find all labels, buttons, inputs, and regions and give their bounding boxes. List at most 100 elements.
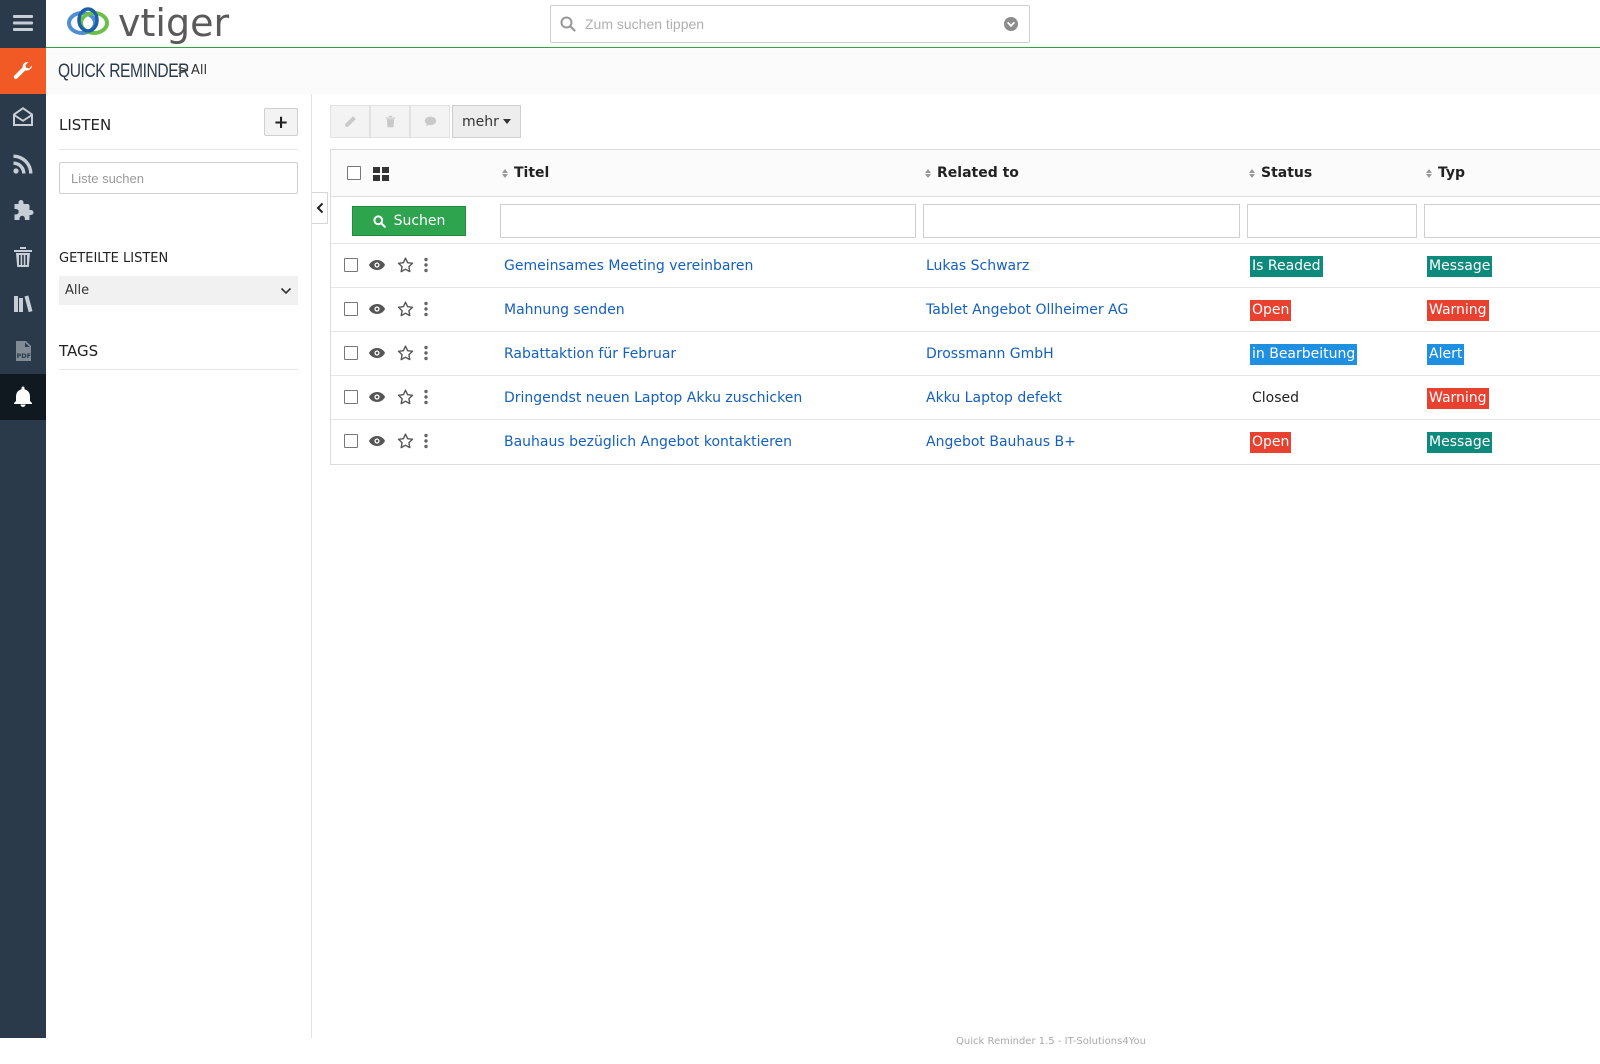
table-row[interactable]: Rabattaktion für Februar Drossmann GmbH … bbox=[331, 331, 1600, 375]
column-label: Titel bbox=[514, 165, 550, 181]
breadcrumb: QUICK REMINDER > All bbox=[46, 49, 1600, 94]
type-badge: Message bbox=[1427, 256, 1493, 277]
lists-heading: LISTEN bbox=[59, 116, 112, 134]
shared-lists-selected: Alle bbox=[65, 283, 90, 298]
filter-type-input[interactable] bbox=[1424, 204, 1600, 238]
comment-icon bbox=[424, 116, 436, 127]
table-row[interactable]: Gemeinsames Meeting vereinbaren Lukas Sc… bbox=[331, 243, 1600, 287]
list-search-input[interactable] bbox=[59, 162, 298, 194]
filter-status-input[interactable] bbox=[1247, 204, 1417, 238]
star-icon[interactable] bbox=[397, 257, 414, 273]
vtiger-logo-icon bbox=[67, 7, 109, 35]
edit-button[interactable] bbox=[330, 105, 370, 138]
row-title-link[interactable]: Dringendst neuen Laptop Akku zuschicken bbox=[504, 390, 802, 406]
breadcrumb-separator-icon: > bbox=[177, 61, 190, 79]
table-row[interactable]: Bauhaus bezüglich Angebot kontaktieren A… bbox=[331, 419, 1600, 463]
more-actions-label: mehr bbox=[462, 113, 499, 130]
caret-down-icon bbox=[502, 119, 511, 124]
row-title-link[interactable]: Gemeinsames Meeting vereinbaren bbox=[504, 258, 753, 274]
filter-title-input[interactable] bbox=[500, 204, 916, 238]
more-options-icon[interactable] bbox=[424, 389, 428, 405]
mail-icon bbox=[13, 107, 33, 126]
eye-icon[interactable] bbox=[368, 303, 386, 315]
top-bar: vtiger bbox=[46, 0, 1600, 48]
status-badge: in Bearbeitung bbox=[1250, 344, 1358, 365]
row-related-link[interactable]: Akku Laptop defekt bbox=[926, 390, 1062, 406]
row-checkbox[interactable] bbox=[344, 302, 358, 316]
table-row[interactable]: Mahnung senden Tablet Angebot Ollheimer … bbox=[331, 287, 1600, 331]
star-icon[interactable] bbox=[397, 345, 414, 361]
row-checkbox[interactable] bbox=[344, 346, 358, 360]
eye-icon[interactable] bbox=[368, 259, 386, 271]
row-checkbox[interactable] bbox=[344, 258, 358, 272]
row-checkbox[interactable] bbox=[344, 434, 358, 448]
column-header-title[interactable]: Titel bbox=[502, 165, 549, 181]
row-title-link[interactable]: Bauhaus bezüglich Angebot kontaktieren bbox=[504, 434, 792, 450]
select-all-checkbox[interactable] bbox=[347, 166, 361, 180]
list-settings-icon[interactable] bbox=[373, 167, 389, 181]
breadcrumb-module[interactable]: QUICK REMINDER bbox=[58, 61, 189, 83]
type-badge: Message bbox=[1427, 432, 1493, 453]
status-badge: Is Readed bbox=[1250, 256, 1323, 277]
type-badge: Warning bbox=[1427, 300, 1489, 321]
comment-button[interactable] bbox=[410, 105, 450, 138]
library-icon bbox=[14, 295, 33, 313]
global-search-input[interactable] bbox=[585, 16, 993, 32]
row-checkbox[interactable] bbox=[344, 390, 358, 404]
eye-icon[interactable] bbox=[368, 391, 386, 403]
status-text: Closed bbox=[1252, 390, 1300, 406]
add-list-button[interactable]: + bbox=[264, 108, 298, 136]
row-title-link[interactable]: Rabattaktion für Februar bbox=[504, 346, 676, 362]
pencil-icon bbox=[344, 116, 356, 127]
more-options-icon[interactable] bbox=[424, 345, 428, 361]
eye-icon[interactable] bbox=[368, 435, 386, 447]
shared-lists-select[interactable]: Alle bbox=[59, 276, 298, 305]
more-options-icon[interactable] bbox=[424, 433, 428, 449]
filter-related-input[interactable] bbox=[923, 204, 1240, 238]
star-icon[interactable] bbox=[397, 389, 414, 405]
row-related-link[interactable]: Tablet Angebot Ollheimer AG bbox=[926, 302, 1128, 318]
eye-icon[interactable] bbox=[368, 347, 386, 359]
row-title-link[interactable]: Mahnung senden bbox=[504, 302, 625, 318]
rail-extensions-button[interactable] bbox=[0, 188, 46, 234]
collapse-sidebar-button[interactable] bbox=[312, 192, 328, 224]
column-header-status[interactable]: Status bbox=[1249, 165, 1312, 181]
vtiger-logo[interactable]: vtiger bbox=[64, 2, 229, 44]
list-toolbar: mehr bbox=[330, 105, 521, 138]
rail-recycle-button[interactable] bbox=[0, 234, 46, 280]
search-options-icon[interactable] bbox=[993, 16, 1029, 32]
menu-button[interactable] bbox=[0, 0, 46, 46]
row-related-link[interactable]: Angebot Bauhaus B+ bbox=[926, 434, 1076, 450]
delete-button[interactable] bbox=[370, 105, 410, 138]
logo-text: vtiger bbox=[118, 1, 230, 45]
more-options-icon[interactable] bbox=[424, 301, 428, 317]
rss-icon bbox=[13, 154, 33, 174]
chevron-down-icon bbox=[280, 287, 292, 294]
global-search[interactable] bbox=[550, 5, 1030, 43]
column-header-related[interactable]: Related to bbox=[925, 165, 1019, 181]
more-actions-button[interactable]: mehr bbox=[452, 105, 521, 138]
rail-reminder-button[interactable] bbox=[0, 374, 46, 420]
rail-rss-button[interactable] bbox=[0, 141, 46, 187]
chevron-left-icon bbox=[316, 202, 323, 214]
table-row[interactable]: Dringendst neuen Laptop Akku zuschicken … bbox=[331, 375, 1600, 419]
tags-heading: TAGS bbox=[59, 342, 99, 360]
sort-icon bbox=[1249, 168, 1255, 178]
rail-pdf-button[interactable]: PDF bbox=[0, 328, 46, 374]
star-icon[interactable] bbox=[397, 301, 414, 317]
search-button[interactable]: Suchen bbox=[352, 206, 466, 236]
row-related-link[interactable]: Drossmann GmbH bbox=[926, 346, 1054, 362]
search-icon bbox=[372, 214, 386, 228]
breadcrumb-view: All bbox=[191, 63, 208, 78]
rail-tools-button[interactable] bbox=[0, 48, 46, 94]
rail-mail-button[interactable] bbox=[0, 94, 46, 140]
star-icon[interactable] bbox=[397, 433, 414, 449]
row-related-link[interactable]: Lukas Schwarz bbox=[926, 258, 1029, 274]
sort-icon bbox=[925, 168, 931, 178]
column-header-type[interactable]: Typ bbox=[1426, 165, 1465, 181]
column-label: Status bbox=[1261, 165, 1313, 181]
more-options-icon[interactable] bbox=[424, 257, 428, 273]
rail-library-button[interactable] bbox=[0, 281, 46, 327]
status-badge: Open bbox=[1250, 432, 1292, 453]
filter-row: Suchen bbox=[331, 197, 1600, 243]
